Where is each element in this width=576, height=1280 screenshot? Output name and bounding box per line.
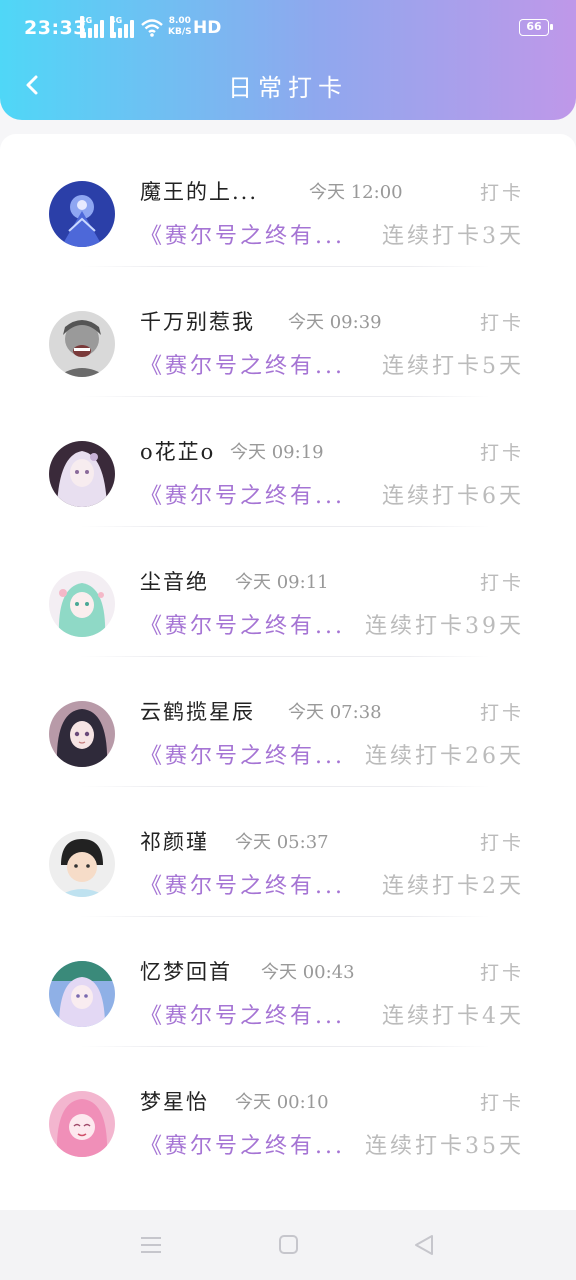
streak-count: 连续打卡2天 — [382, 874, 524, 899]
user-name: 祁颜瑾 — [140, 830, 209, 854]
checkin-time: 今天 09:11 — [235, 572, 329, 593]
streak-count: 连续打卡39天 — [365, 614, 524, 639]
checkin-label: 打卡 — [480, 702, 525, 724]
user-name: 千万别惹我 — [140, 310, 255, 334]
user-name: 忆梦回首 — [140, 960, 232, 984]
hd-badge: HD — [193, 18, 222, 38]
home-icon[interactable] — [276, 1234, 302, 1256]
avatar[interactable] — [49, 1091, 115, 1157]
page-title: 日常打卡 — [228, 74, 348, 102]
list-item[interactable]: 尘音绝 今天 09:11 打卡 《赛尔号之终有... 连续打卡39天 — [0, 524, 576, 657]
list-item[interactable]: 忆梦回首 今天 00:43 打卡 《赛尔号之终有... 连续打卡4天 — [0, 914, 576, 1047]
signal-icon: 4G — [110, 16, 136, 38]
status-bar: 23:33 4G 4G 8.00 KB/S HD 66 — [0, 0, 576, 58]
avatar[interactable] — [49, 961, 115, 1027]
checkin-label: 打卡 — [480, 312, 525, 334]
streak-count: 连续打卡3天 — [382, 224, 524, 249]
header: 23:33 4G 4G 8.00 KB/S HD 66 日常打卡 — [0, 0, 576, 120]
checkin-label: 打卡 — [480, 832, 525, 854]
battery-icon: 66 — [519, 19, 553, 36]
checkin-label: 打卡 — [480, 442, 525, 464]
checkin-label: 打卡 — [480, 572, 525, 594]
user-name: 梦星怡 — [140, 1090, 209, 1114]
list-item[interactable]: 魔王的上... 今天 12:00 打卡 《赛尔号之终有... 连续打卡3天 — [0, 134, 576, 267]
checkin-time: 今天 09:19 — [230, 442, 324, 463]
system-nav-bar — [0, 1210, 576, 1280]
book-title[interactable]: 《赛尔号之终有... — [140, 218, 345, 250]
avatar[interactable] — [49, 181, 115, 247]
book-title[interactable]: 《赛尔号之终有... — [140, 348, 345, 380]
user-name: 云鹤揽星辰 — [140, 700, 255, 724]
checkin-time: 今天 12:00 — [309, 182, 403, 203]
avatar[interactable] — [49, 311, 115, 377]
book-title[interactable]: 《赛尔号之终有... — [140, 998, 345, 1030]
avatar[interactable] — [49, 441, 115, 507]
checkin-time: 今天 00:10 — [235, 1092, 329, 1113]
list-item[interactable]: 祁颜瑾 今天 05:37 打卡 《赛尔号之终有... 连续打卡2天 — [0, 784, 576, 917]
avatar[interactable] — [49, 701, 115, 767]
checkin-label: 打卡 — [480, 962, 525, 984]
checkin-time: 今天 07:38 — [288, 702, 382, 723]
streak-count: 连续打卡4天 — [382, 1004, 524, 1029]
book-title[interactable]: 《赛尔号之终有... — [140, 1128, 345, 1160]
user-name: o花芷o — [140, 440, 216, 464]
avatar[interactable] — [49, 831, 115, 897]
checkin-time: 今天 00:43 — [261, 962, 355, 983]
checkin-label: 打卡 — [480, 182, 525, 204]
back-triangle-icon[interactable] — [412, 1234, 438, 1256]
checkin-label: 打卡 — [480, 1092, 525, 1114]
checkin-time: 今天 05:37 — [235, 832, 329, 853]
streak-count: 连续打卡35天 — [365, 1134, 524, 1159]
list-item[interactable]: 云鹤揽星辰 今天 07:38 打卡 《赛尔号之终有... 连续打卡26天 — [0, 654, 576, 787]
streak-count: 连续打卡26天 — [365, 744, 524, 769]
avatar[interactable] — [49, 571, 115, 637]
signal-icon: 4G — [80, 16, 106, 38]
streak-count: 连续打卡5天 — [382, 354, 524, 379]
status-time: 23:33 — [24, 17, 87, 39]
list-item[interactable]: 千万别惹我 今天 09:39 打卡 《赛尔号之终有... 连续打卡5天 — [0, 264, 576, 397]
network-speed: 8.00 KB/S — [168, 16, 192, 37]
book-title[interactable]: 《赛尔号之终有... — [140, 868, 345, 900]
streak-count: 连续打卡6天 — [382, 484, 524, 509]
menu-icon[interactable] — [139, 1234, 165, 1256]
wifi-icon — [141, 19, 163, 37]
book-title[interactable]: 《赛尔号之终有... — [140, 478, 345, 510]
list-item[interactable]: 梦星怡 今天 00:10 打卡 《赛尔号之终有... 连续打卡35天 — [0, 1044, 576, 1174]
book-title[interactable]: 《赛尔号之终有... — [140, 738, 345, 770]
list-item[interactable]: o花芷o 今天 09:19 打卡 《赛尔号之终有... 连续打卡6天 — [0, 394, 576, 527]
checkin-list: 魔王的上... 今天 12:00 打卡 《赛尔号之终有... 连续打卡3天 千万… — [0, 134, 576, 1210]
user-name: 魔王的上... — [140, 180, 259, 204]
book-title[interactable]: 《赛尔号之终有... — [140, 608, 345, 640]
checkin-time: 今天 09:39 — [288, 312, 382, 333]
user-name: 尘音绝 — [140, 570, 209, 594]
